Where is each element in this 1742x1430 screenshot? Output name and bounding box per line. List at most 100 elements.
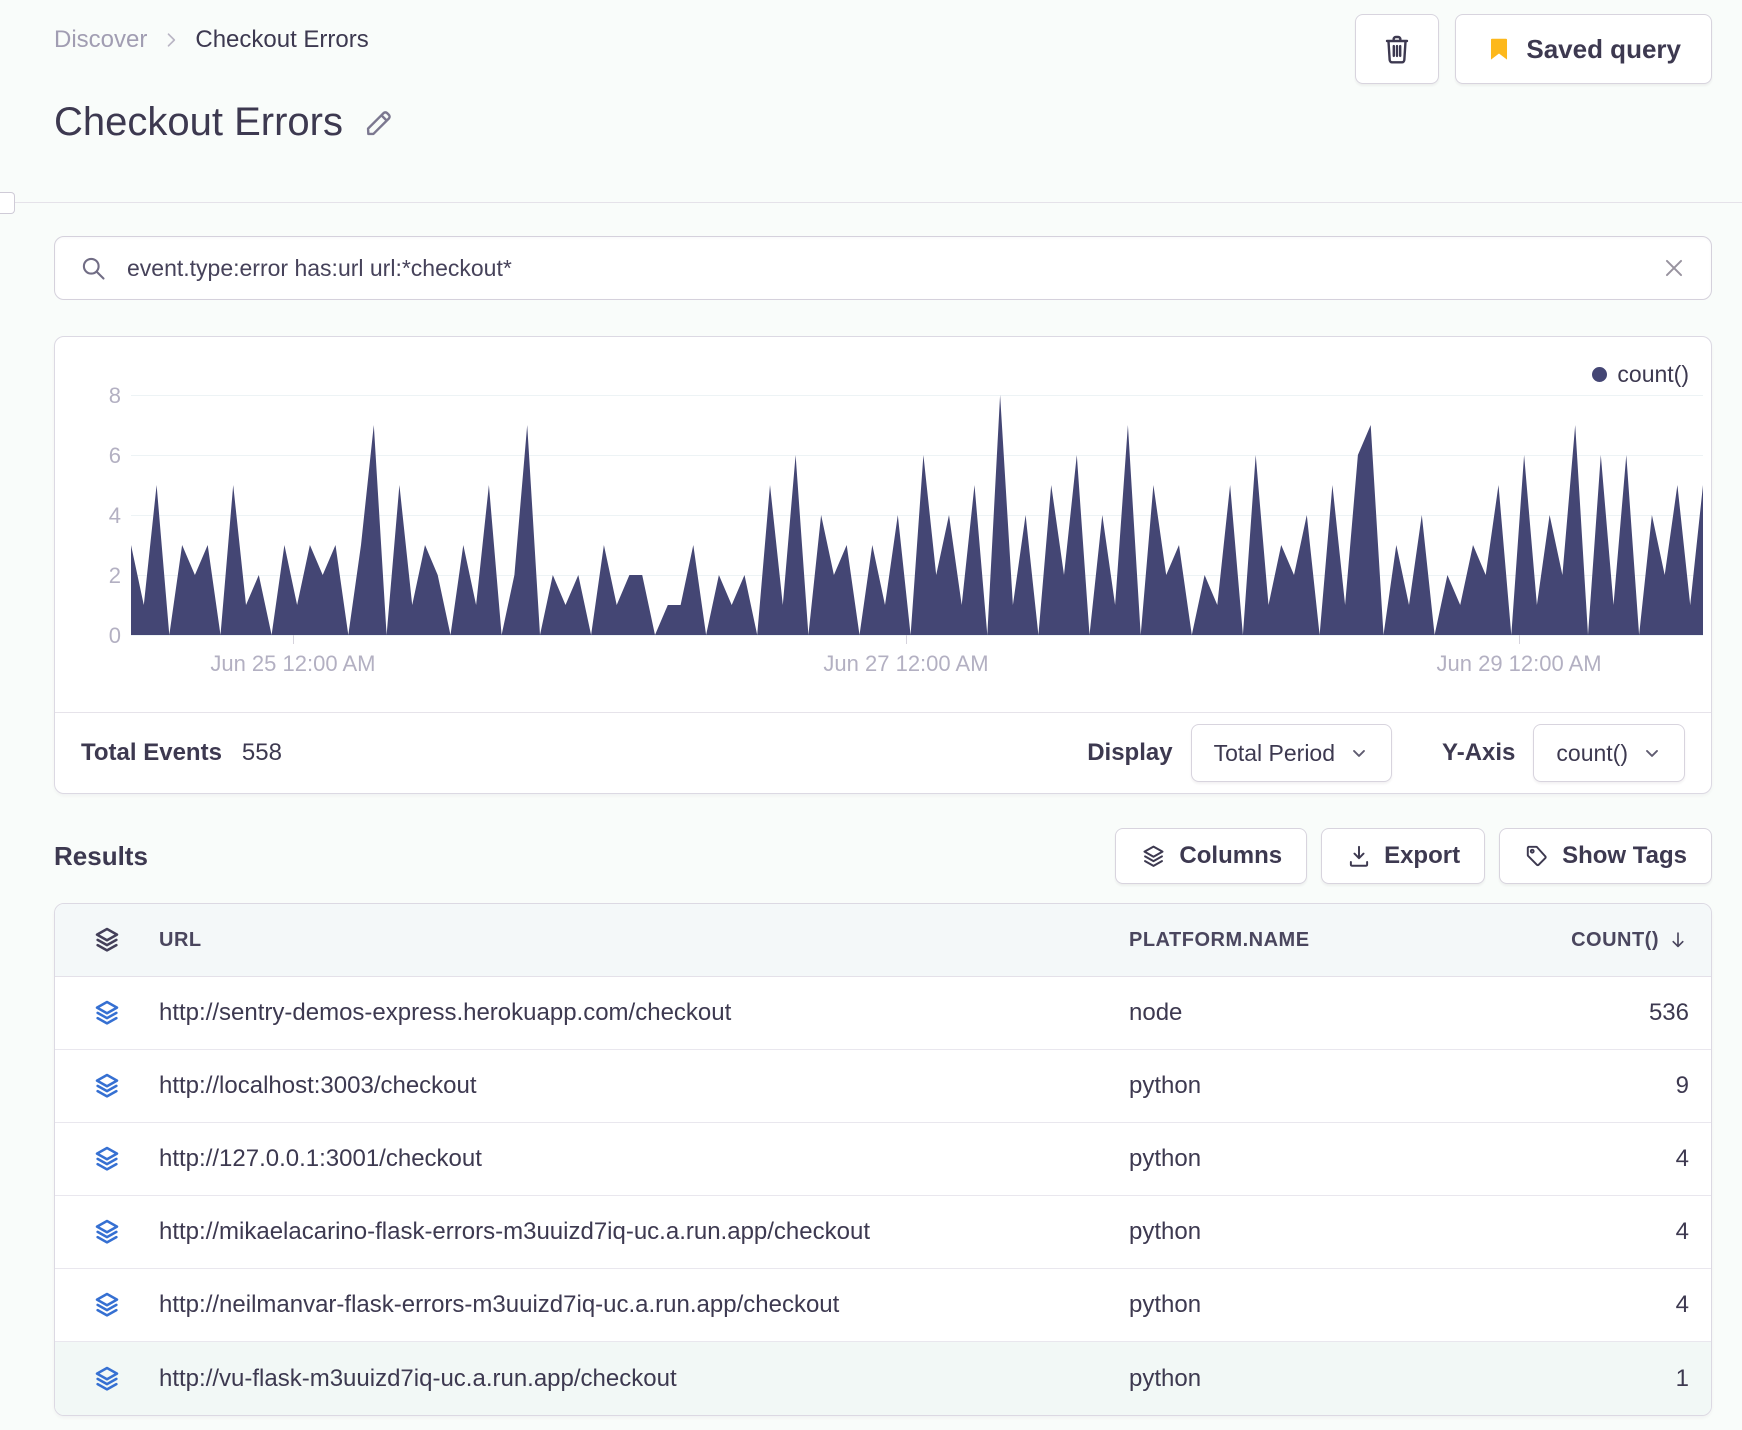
- columns-button[interactable]: Columns: [1115, 828, 1308, 884]
- chart-controls: Display Total Period Y-Axis count(): [1087, 724, 1685, 782]
- tag-icon: [1526, 845, 1547, 867]
- cell-url[interactable]: http://127.0.0.1:3001/checkout: [159, 1145, 1129, 1173]
- legend-label: count(): [1617, 361, 1689, 387]
- x-axis-tick: [905, 635, 907, 644]
- results-row: Results Columns Export Show Tags: [54, 828, 1712, 884]
- column-header-platform[interactable]: PLATFORM.NAME: [1129, 929, 1519, 952]
- cell-platform[interactable]: python: [1129, 1291, 1519, 1319]
- column-header-url[interactable]: URL: [159, 929, 1129, 952]
- sidebar-collapse-handle[interactable]: [0, 192, 15, 214]
- stack-icon: [95, 1000, 119, 1025]
- yaxis-select[interactable]: count(): [1533, 724, 1685, 782]
- cell-platform[interactable]: python: [1129, 1365, 1519, 1393]
- breadcrumb-current: Checkout Errors: [195, 26, 369, 53]
- table-row[interactable]: http://vu-flask-m3uuizd7iq-uc.a.run.app/…: [55, 1342, 1711, 1415]
- yaxis-value: count(): [1556, 739, 1628, 766]
- total-events-label: Total Events: [81, 739, 222, 766]
- table-row[interactable]: http://127.0.0.1:3001/checkout python 4: [55, 1123, 1711, 1196]
- display-label: Display: [1087, 739, 1173, 766]
- search-icon: [82, 257, 105, 280]
- chart-x-axis: Jun 25 12:00 AM Jun 27 12:00 AM Jun 29 12:…: [131, 635, 1703, 681]
- download-icon: [1349, 845, 1369, 867]
- table-row[interactable]: http://neilmanvar-flask-errors-m3uuizd7i…: [55, 1269, 1711, 1342]
- display-value: Total Period: [1213, 739, 1336, 766]
- stack-icon: [95, 1219, 119, 1244]
- row-stack-icon-cell: [55, 998, 159, 1028]
- cell-platform[interactable]: python: [1129, 1218, 1519, 1246]
- cell-count[interactable]: 1: [1519, 1365, 1689, 1393]
- cell-count[interactable]: 9: [1519, 1072, 1689, 1100]
- page-title: Checkout Errors: [54, 100, 343, 144]
- results-actions: Columns Export Show Tags: [1115, 828, 1712, 884]
- discover-saved-query-page: Discover Checkout Errors Saved query Che…: [0, 0, 1742, 1430]
- title-row: Checkout Errors: [54, 100, 395, 145]
- breadcrumb-discover-link[interactable]: Discover: [54, 26, 147, 54]
- cell-count[interactable]: 4: [1519, 1145, 1689, 1173]
- cell-platform[interactable]: python: [1129, 1145, 1519, 1173]
- saved-query-button[interactable]: Saved query: [1455, 14, 1712, 84]
- x-axis-label: Jun 29 12:00 AM: [1436, 651, 1602, 676]
- column-header-count-label: COUNT(): [1571, 928, 1659, 951]
- chevron-down-icon: [1353, 750, 1365, 757]
- table-header-row: URL PLATFORM.NAME COUNT(): [55, 904, 1711, 977]
- chevron-down-icon: [1646, 750, 1658, 757]
- search-input[interactable]: [127, 254, 1641, 282]
- chart-plot[interactable]: [131, 395, 1703, 636]
- clear-search-icon[interactable]: [1661, 255, 1687, 281]
- sort-desc-icon: [1672, 932, 1684, 948]
- row-stack-icon-cell: [55, 1217, 159, 1247]
- delete-query-button[interactable]: [1355, 14, 1440, 84]
- search-bar[interactable]: [54, 236, 1712, 300]
- row-stack-icon-cell: [55, 1071, 159, 1101]
- chart-legend[interactable]: count(): [1592, 361, 1689, 388]
- chart-area-series: [131, 395, 1703, 635]
- stack-icon: [95, 1073, 119, 1098]
- cell-platform[interactable]: node: [1129, 999, 1519, 1027]
- y-axis-label: 0: [108, 623, 121, 648]
- row-stack-icon-cell: [55, 1144, 159, 1174]
- chart-footer: Total Events 558 Display Total Period Y-…: [55, 712, 1711, 793]
- cell-url[interactable]: http://sentry-demos-express.herokuapp.co…: [159, 999, 1129, 1027]
- stack-icon: [95, 1366, 119, 1391]
- cell-count[interactable]: 4: [1519, 1291, 1689, 1319]
- trash-icon: [1386, 35, 1409, 64]
- show-tags-button-label: Show Tags: [1562, 842, 1687, 869]
- header-divider: [0, 202, 1742, 203]
- cell-platform[interactable]: python: [1129, 1072, 1519, 1100]
- bookmark-icon: [1491, 38, 1508, 60]
- yaxis-label: Y-Axis: [1442, 739, 1516, 766]
- chevron-right-icon: [168, 33, 176, 47]
- y-axis-label: 2: [108, 563, 121, 588]
- chart-area-svg: [131, 395, 1703, 635]
- display-select[interactable]: Total Period: [1190, 724, 1393, 782]
- export-button-label: Export: [1384, 842, 1461, 869]
- total-events-value: 558: [241, 739, 282, 766]
- cell-url[interactable]: http://mikaelacarino-flask-errors-m3uuiz…: [159, 1218, 1129, 1246]
- cell-url[interactable]: http://localhost:3003/checkout: [159, 1072, 1129, 1100]
- header-actions: Saved query: [1355, 14, 1712, 84]
- chart-panel: count() 8 6 4 2 0 Jun 25 12:00 AM Jun 27 12:0…: [54, 336, 1712, 794]
- results-heading: Results: [54, 840, 148, 871]
- cell-count[interactable]: 536: [1519, 999, 1689, 1027]
- cell-count[interactable]: 4: [1519, 1218, 1689, 1246]
- breadcrumb: Discover Checkout Errors: [54, 26, 369, 54]
- export-button[interactable]: Export: [1321, 828, 1486, 884]
- x-axis-tick: [292, 635, 294, 644]
- table-row[interactable]: http://mikaelacarino-flask-errors-m3uuiz…: [55, 1196, 1711, 1269]
- y-axis-label: 6: [108, 443, 121, 468]
- y-axis-label: 4: [108, 503, 121, 528]
- table-row[interactable]: http://localhost:3003/checkout python 9: [55, 1050, 1711, 1123]
- table-row[interactable]: http://sentry-demos-express.herokuapp.co…: [55, 977, 1711, 1050]
- cell-url[interactable]: http://vu-flask-m3uuizd7iq-uc.a.run.app/…: [159, 1365, 1129, 1393]
- x-axis-tick: [1519, 635, 1521, 644]
- chart-y-axis: 8 6 4 2 0: [69, 383, 121, 648]
- stack-icon: [95, 927, 119, 952]
- show-tags-button[interactable]: Show Tags: [1499, 828, 1712, 884]
- cell-url[interactable]: http://neilmanvar-flask-errors-m3uuizd7i…: [159, 1291, 1129, 1319]
- table-header-stack: [55, 925, 159, 955]
- column-header-count[interactable]: COUNT(): [1519, 929, 1689, 952]
- columns-button-label: Columns: [1179, 842, 1283, 869]
- edit-title-icon[interactable]: [363, 107, 395, 139]
- table-body: http://sentry-demos-express.herokuapp.co…: [55, 977, 1711, 1415]
- results-table: URL PLATFORM.NAME COUNT() http://sentry-…: [54, 903, 1712, 1416]
